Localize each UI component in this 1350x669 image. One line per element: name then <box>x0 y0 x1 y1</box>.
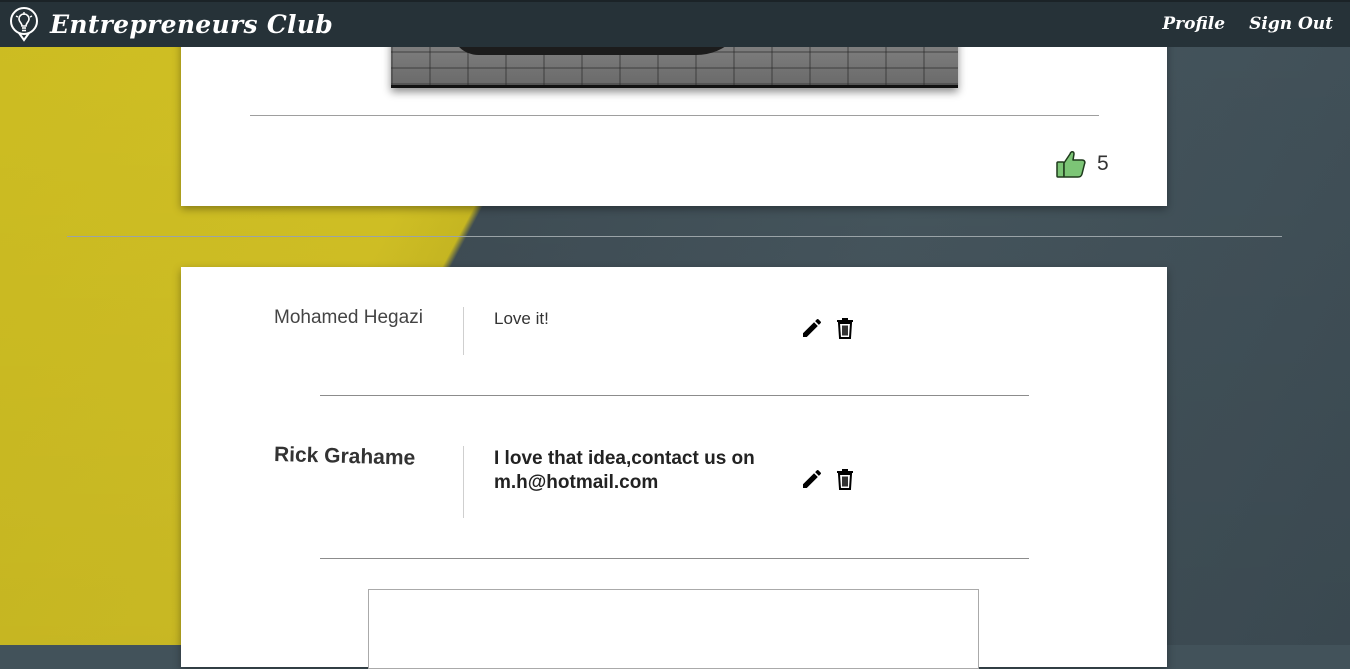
comment-author: Rick Grahame <box>273 443 416 470</box>
section-divider <box>67 236 1282 237</box>
nav-profile-link[interactable]: Profile <box>1162 14 1225 34</box>
nav-sign-out-link[interactable]: Sign Out <box>1249 14 1333 34</box>
comment-actions <box>800 467 857 491</box>
edit-pencil-icon[interactable] <box>800 467 824 491</box>
comments-card: Mohamed Hegazi Love it! Rick Grahame I l… <box>181 267 1167 669</box>
delete-trash-icon[interactable] <box>833 467 857 491</box>
comment-actions <box>800 316 857 340</box>
brand-name: Entrepreneurs Club <box>50 9 334 39</box>
comment-author: Mohamed Hegazi <box>274 307 423 328</box>
comment-divider <box>320 395 1029 396</box>
like-count: 5 <box>1097 152 1109 175</box>
comment-divider <box>320 558 1029 559</box>
nav-links: Profile Sign Out <box>1162 14 1333 34</box>
brand[interactable]: Entrepreneurs Club <box>8 6 333 42</box>
comment-text: I love that idea,contact us on m.h@hotma… <box>494 448 755 493</box>
post-divider <box>250 115 1099 116</box>
comment-input[interactable] <box>368 589 979 669</box>
top-navbar: Entrepreneurs Club Profile Sign Out <box>0 0 1350 47</box>
comment-text: Love it! <box>494 309 549 328</box>
comment-separator <box>463 446 464 518</box>
like-section: 5 <box>1055 148 1109 180</box>
edit-pencil-icon[interactable] <box>800 316 824 340</box>
comment-separator <box>463 307 464 355</box>
delete-trash-icon[interactable] <box>833 316 857 340</box>
lightbulb-icon <box>10 7 38 42</box>
thumbs-up-icon[interactable] <box>1055 148 1087 180</box>
